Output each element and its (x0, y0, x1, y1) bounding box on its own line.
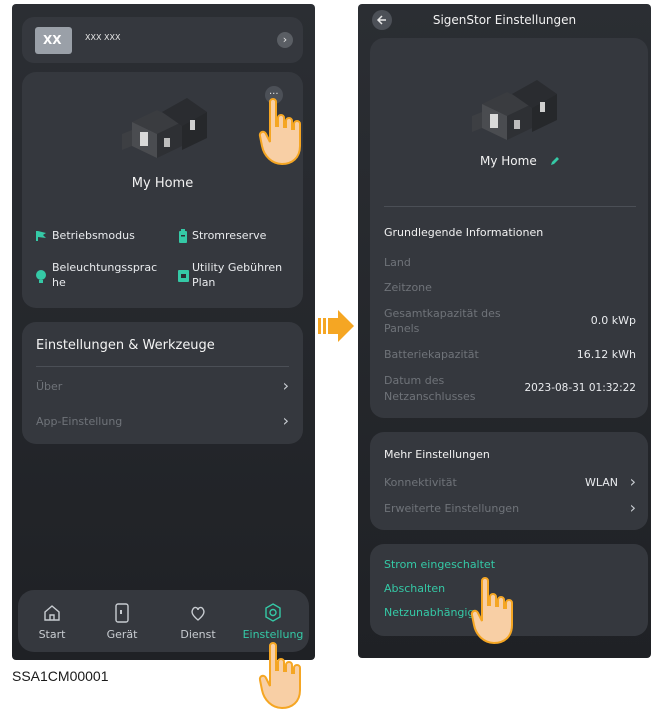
feature-beleuchtungssprache[interactable]: Beleuchtungssprac he (35, 261, 175, 293)
erweiterte-einstellungen-row[interactable]: Erweiterte Einstellungen › (384, 498, 636, 520)
avatar-initials: XX (43, 33, 62, 47)
shutdown-option[interactable]: Abschalten (384, 582, 445, 595)
home-name: My Home (131, 176, 194, 191)
account-bar[interactable]: XX XXX XXX › (22, 17, 303, 63)
tools-title: Einstellungen & Werkzeuge (36, 338, 215, 353)
tools-item-label: App-Einstellung (36, 415, 123, 428)
page-title: SigenStor Einstellungen (432, 13, 577, 27)
feature-betriebsmodus[interactable]: Betriebsmodus (35, 228, 160, 246)
info-label-line1: Datum des (384, 374, 445, 387)
info-label: Batteriekapazität (384, 348, 479, 361)
nav-start[interactable]: Start (22, 600, 82, 648)
tools-item-ueber[interactable]: Über › (36, 376, 289, 398)
feature-label-line1: Beleuchtungssprac (52, 261, 158, 274)
nav-label: Start (38, 628, 66, 641)
tools-item-label: Über (36, 380, 63, 393)
flag-icon (36, 231, 46, 241)
tools-divider (36, 366, 289, 367)
info-label-line1: Gesamtkapazität des (384, 307, 501, 320)
chevron-right-icon: › (282, 411, 289, 430)
konnektivitaet-row[interactable]: Konnektivität WLAN › (384, 472, 636, 494)
transition-arrow-icon (318, 310, 354, 342)
tap-hand-icon (258, 98, 301, 166)
nav-geraet[interactable]: Gerät (92, 600, 152, 648)
avatar: XX (35, 27, 72, 54)
chevron-right-icon: › (282, 376, 289, 395)
feature-label: Betriebsmodus (52, 229, 135, 242)
section-title: Grundlegende Informationen (384, 226, 544, 239)
section-title: Mehr Einstellungen (384, 448, 490, 461)
battery-icon (179, 229, 187, 243)
house-image (122, 98, 207, 158)
device-icon (115, 603, 129, 623)
info-label-line2: Panels (384, 322, 420, 335)
chevron-right-icon: › (629, 472, 636, 491)
info-divider (384, 206, 636, 207)
tap-hand-icon (470, 577, 513, 645)
feature-stromreserve[interactable]: Stromreserve (178, 228, 303, 246)
info-label-line2: Netzanschlusses (384, 390, 476, 403)
chevron-right-icon: › (629, 498, 636, 517)
info-value: 2023-08-31 01:32:22 (524, 382, 636, 394)
nav-label: Dienst (180, 628, 216, 641)
feature-label-line1: Utility Gebühren (192, 261, 283, 274)
row-value: WLAN (584, 476, 618, 489)
feature-label-line2: Plan (192, 276, 216, 289)
off-grid-option[interactable]: Netzunabhängig (384, 606, 474, 619)
info-value: 0.0 kWp (590, 314, 636, 327)
service-icon (191, 606, 205, 621)
tools-item-app-einstellung[interactable]: App-Einstellung › (36, 411, 289, 433)
tap-hand-icon (258, 642, 301, 710)
power-on-option[interactable]: Strom eingeschaltet (384, 558, 495, 571)
row-label: Konnektivität (384, 476, 457, 489)
pencil-icon[interactable] (549, 155, 561, 167)
right-phone-screen: SigenStor Einstellungen My Home Grundleg… (358, 4, 651, 658)
account-chevron-icon[interactable]: › (277, 32, 293, 48)
settings-icon (265, 603, 281, 622)
row-label: Erweiterte Einstellungen (384, 502, 520, 515)
account-name: XXX XXX (85, 33, 121, 42)
nav-label: Gerät (106, 628, 138, 641)
feature-label: Stromreserve (192, 229, 267, 242)
nav-dienst[interactable]: Dienst (168, 600, 228, 648)
home-icon (44, 605, 60, 621)
info-value: 16.12 kWh (576, 348, 636, 361)
home-name: My Home (480, 154, 537, 168)
bulb-icon (36, 270, 46, 283)
more-settings-card: Mehr Einstellungen Konnektivität WLAN › … (370, 432, 648, 530)
info-label: Land (384, 256, 411, 269)
house-image (472, 80, 557, 140)
info-label: Zeitzone (384, 281, 432, 294)
feature-utility-plan[interactable]: Utility Gebühren Plan (178, 261, 303, 293)
figure-caption: SSA1CM00001 (12, 668, 109, 684)
feature-label-line2: he (52, 276, 66, 289)
tools-card: Einstellungen & Werkzeuge Über › App-Ein… (22, 322, 303, 444)
info-card: My Home Grundlegende Informationen Land … (370, 38, 648, 418)
calendar-icon (178, 270, 189, 282)
